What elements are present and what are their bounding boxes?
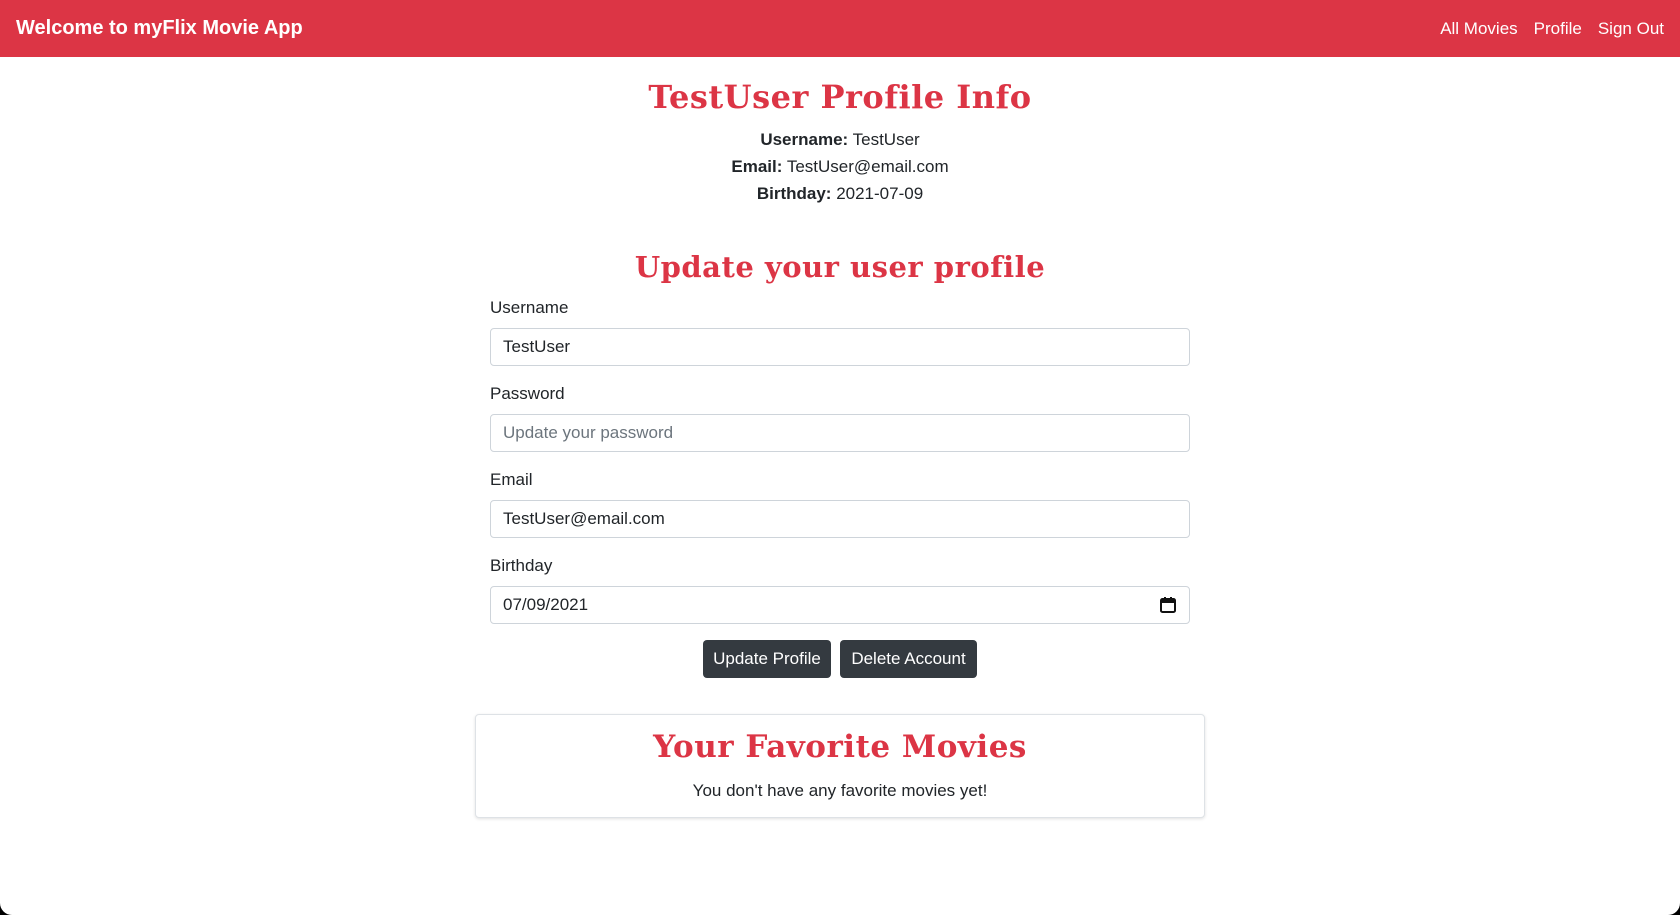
birthday-field[interactable]: 07/09/2021 [490, 586, 1190, 624]
nav-links: All Movies Profile Sign Out [1424, 19, 1664, 39]
nav-link-all-movies[interactable]: All Movies [1440, 19, 1517, 39]
nav-link-sign-out[interactable]: Sign Out [1598, 19, 1664, 39]
username-field[interactable] [490, 328, 1190, 366]
password-field-label: Password [490, 384, 565, 403]
birthday-field-label: Birthday [490, 556, 553, 575]
navbar: Welcome to myFlix Movie App All Movies P… [0, 0, 1680, 57]
birthday-info-label: Birthday: [756, 184, 832, 203]
app-window: Welcome to myFlix Movie App All Movies P… [0, 0, 1680, 915]
calendar-icon[interactable] [1159, 596, 1177, 614]
delete-account-button[interactable]: Delete Account [840, 640, 977, 678]
profile-info-title: TestUser Profile Info [648, 78, 1032, 116]
favorite-movies-title: Your Favorite Movies [653, 729, 1027, 765]
favorite-movies-card: Your Favorite Movies You don't have any … [475, 714, 1205, 818]
nav-link-profile[interactable]: Profile [1534, 19, 1582, 39]
navbar-brand[interactable]: Welcome to myFlix Movie App [16, 17, 303, 40]
profile-username-line: Username: TestUser [0, 130, 1680, 150]
email-field[interactable] [490, 500, 1190, 538]
update-profile-button[interactable]: Update Profile [703, 640, 831, 678]
email-info-value: TestUser@email.com [786, 157, 949, 176]
birthday-field-value[interactable]: 07/09/2021 [503, 595, 588, 615]
favorite-movies-empty-message: You don't have any favorite movies yet! [692, 781, 988, 800]
email-field-label: Email [490, 470, 533, 489]
username-field-label: Username [490, 298, 569, 317]
password-field[interactable] [490, 414, 1190, 452]
update-profile-title: Update your user profile [634, 250, 1046, 284]
username-info-value: TestUser [852, 130, 920, 149]
profile-email-line: Email: TestUser@email.com [0, 157, 1680, 177]
profile-birthday-line: Birthday: 2021-07-09 [0, 184, 1680, 204]
username-info-label: Username: [760, 130, 849, 149]
email-info-label: Email: [731, 157, 783, 176]
birthday-info-value: 2021-07-09 [836, 184, 924, 203]
